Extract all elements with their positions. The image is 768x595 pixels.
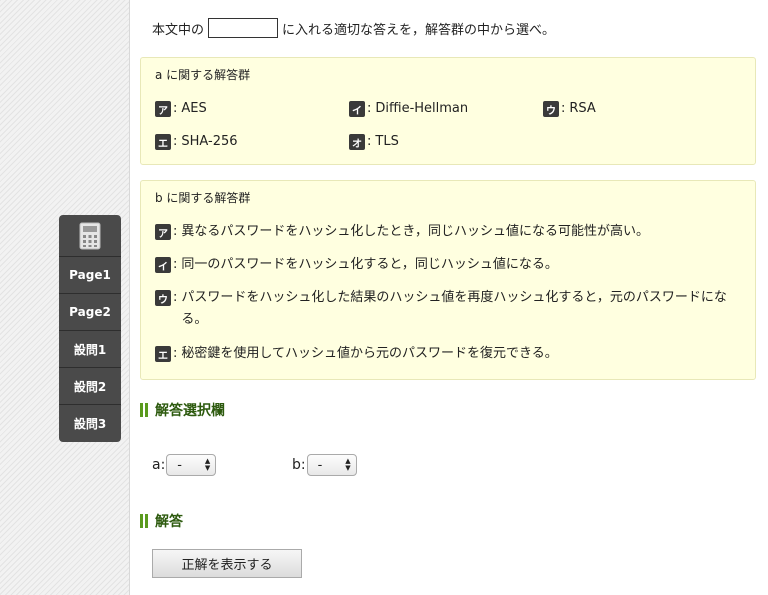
choice-b-4: エ : 秘密鍵を使用してハッシュ値から元のパスワードを復元できる。 [155,346,745,365]
side-navigation: Page1 Page2 設問1 設問2 設問3 [59,215,121,442]
choice-text: 同一のパスワードをハッシュ化すると，同じハッシュ値になる。 [181,257,558,272]
choice-b-3: ウ : パスワードをハッシュ化した結果のハッシュ値を再度ハッシュ化すると，元のパ… [155,290,745,331]
choice-a-2: イ : Diffie-Hellman [349,101,468,120]
answer-heading-text: 解答 [155,514,183,530]
answer-group-b-title: b に関する解答群 [155,191,251,205]
question-text-after: に入れる適切な答えを，解答群の中から選べ。 [282,22,556,38]
question-text-before: 本文中の [152,22,205,38]
show-answer-button[interactable]: 正解を表示する [152,549,302,578]
nav-page2[interactable]: Page2 [59,294,121,331]
answer-group-a: a に関する解答群 ア : AES イ : Diffie-Hellman ウ :… [140,57,756,165]
updown-arrows-icon: ▲ ▼ [204,457,211,472]
choice-b-1: ア : 異なるパスワードをハッシュ化したとき，同じハッシュ値になる可能性が高い。 [155,224,745,243]
select-a-label: a: [152,457,166,473]
choice-b-2: イ : 同一のパスワードをハッシュ化すると，同じハッシュ値になる。 [155,257,745,276]
choice-key-badge: オ [349,134,365,150]
question-instruction: 本文中の に入れる適切な答えを，解答群の中から選べ。 [152,18,555,38]
choice-key-badge: ウ [155,290,171,306]
choice-text: パスワードをハッシュ化した結果のハッシュ値を再度ハッシュ化すると，元のパスワード… [181,290,727,327]
select-b-dropdown[interactable]: - ▲ ▼ [306,454,357,476]
answer-section-heading: 解答 [140,511,183,531]
nav-question1[interactable]: 設問1 [59,331,121,368]
blank-placeholder-box [208,18,279,38]
choice-text: 秘密鍵を使用してハッシュ値から元のパスワードを復元できる。 [181,346,558,361]
answer-group-a-title: a に関する解答群 [155,68,251,82]
choice-key-badge: イ [155,257,171,273]
nav-page1[interactable]: Page1 [59,257,121,294]
choice-text: 異なるパスワードをハッシュ化したとき，同じハッシュ値になる可能性が高い。 [181,224,650,239]
nav-question3[interactable]: 設問3 [59,405,121,442]
choice-a-1: ア : AES [155,101,207,120]
choice-text: TLS [375,134,399,149]
answer-group-b: b に関する解答群 ア : 異なるパスワードをハッシュ化したとき，同じハッシュ値… [140,180,756,380]
select-b-row: b: - ▲ ▼ [292,454,357,476]
select-b-label: b: [292,457,306,473]
choice-key-badge: ウ [543,101,559,117]
choice-a-4: エ : SHA-256 [155,134,238,153]
selection-heading-text: 解答選択欄 [155,403,225,419]
heading-bar-icon [140,403,148,417]
choice-key-badge: エ [155,346,171,362]
choice-key-badge: ア [155,224,171,240]
updown-arrows-icon: ▲ ▼ [345,457,351,472]
select-a-dropdown[interactable]: - ▲ ▼ [166,454,217,476]
calculator-icon [79,222,101,249]
choice-key-badge: エ [155,134,171,150]
select-b-value: - [317,457,323,473]
heading-bar-icon [140,514,148,528]
choice-a-3: ウ : RSA [543,101,596,120]
choice-text: SHA-256 [181,134,238,149]
choice-key-badge: イ [349,101,365,117]
choice-a-5: オ : TLS [349,134,399,153]
choice-key-badge: ア [155,101,171,117]
choice-text: AES [181,101,207,116]
choice-text: Diffie-Hellman [375,101,469,116]
choice-text: RSA [569,101,596,116]
select-a-value: - [177,457,182,473]
select-a-row: a: - ▲ ▼ [152,454,217,476]
calculator-button[interactable] [59,215,121,257]
nav-question2[interactable]: 設問2 [59,368,121,405]
selection-section-heading: 解答選択欄 [140,400,225,420]
